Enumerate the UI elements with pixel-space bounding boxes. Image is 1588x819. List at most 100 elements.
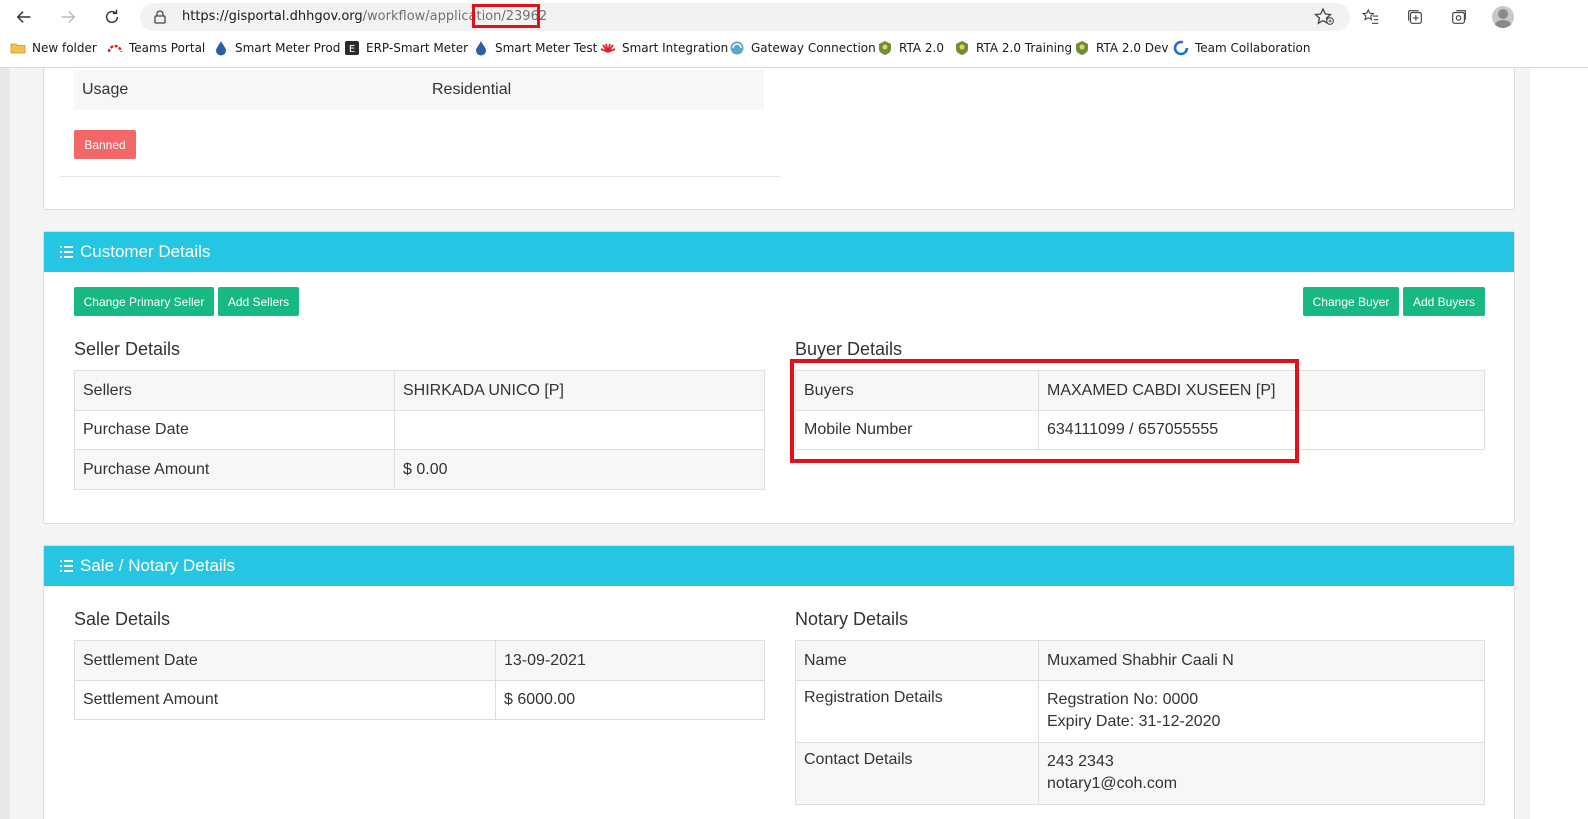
list-icon	[60, 560, 73, 572]
huawei-icon	[600, 40, 616, 56]
bookmark-item[interactable]: Gateway Connection	[729, 40, 876, 56]
list-icon	[60, 246, 73, 258]
table-row: Usage Residential	[74, 70, 764, 110]
usage-value: Residential	[424, 70, 764, 110]
bookmark-item[interactable]: RTA 2.0 Dev	[1074, 40, 1169, 56]
back-button[interactable]	[10, 4, 38, 30]
table-row: Purchase Amount $ 0.00	[74, 449, 765, 490]
seller-value-purchase-amount: $ 0.00	[394, 449, 765, 490]
notary-email: notary1@coh.com	[1047, 775, 1178, 792]
notary-details-title: Notary Details	[795, 609, 909, 629]
table-row: Sellers SHIRKADA UNICO [P]	[74, 370, 765, 411]
buyer-details-title: Buyer Details	[795, 339, 903, 359]
usage-table: Usage Residential	[74, 70, 764, 110]
seller-label-purchase-date: Purchase Date	[74, 410, 395, 450]
bookmarks-bar: New folder Teams Portal Smart Meter Prod…	[0, 38, 1588, 60]
sale-notary-title: Sale / Notary Details	[80, 556, 235, 575]
svg-text:E: E	[349, 44, 355, 55]
gateway-icon	[729, 40, 745, 56]
page-content: Usage Residential Banned Customer Detail…	[10, 68, 1530, 819]
sale-value-amount: $ 6000.00	[495, 680, 765, 720]
table-row: Settlement Date 13-09-2021	[74, 640, 765, 681]
folder-icon	[10, 40, 26, 56]
notary-value-contact: 243 2343 notary1@coh.com	[1038, 742, 1485, 805]
favorites-button[interactable]	[1360, 6, 1382, 28]
buyer-highlight-box	[790, 359, 1299, 463]
profile-avatar[interactable]	[1492, 6, 1514, 28]
seller-label-sellers: Sellers	[74, 370, 395, 411]
extensions-icon	[1452, 10, 1466, 24]
bookmark-item[interactable]: E ERP-Smart Meter	[344, 40, 468, 56]
notary-table: Name Muxamed Shabhir Caali N Registratio…	[795, 640, 1485, 805]
emblem-icon	[954, 40, 970, 56]
property-card: Usage Residential Banned	[43, 68, 1515, 210]
sale-table: Settlement Date 13-09-2021 Settlement Am…	[74, 640, 765, 720]
erp-icon: E	[344, 40, 360, 56]
add-favorite-icon[interactable]	[1314, 8, 1334, 26]
refresh-icon	[105, 9, 119, 24]
notary-value-name: Muxamed Shabhir Caali N	[1038, 640, 1485, 681]
bookmark-item[interactable]: Smart Meter Test	[473, 40, 597, 56]
seller-value-purchase-date	[394, 410, 765, 450]
change-primary-seller-button[interactable]: Change Primary Seller	[74, 287, 214, 316]
collections-button[interactable]	[1404, 6, 1426, 28]
favorites-list-icon	[1362, 8, 1379, 24]
sale-notary-header: Sale / Notary Details	[44, 546, 1514, 586]
notary-value-registration: Regstration No: 0000 Expiry Date: 31-12-…	[1038, 680, 1485, 743]
table-row: Contact Details 243 2343 notary1@coh.com	[795, 742, 1485, 805]
bookmark-item[interactable]: Teams Portal	[107, 40, 205, 56]
url-highlight-box	[472, 4, 540, 28]
bookmark-item[interactable]: Smart Integration	[600, 40, 728, 56]
customer-details-header: Customer Details	[44, 232, 1514, 272]
notary-registration-number: Regstration No: 0000	[1047, 691, 1199, 708]
refresh-button[interactable]	[98, 4, 126, 30]
emblem-icon	[1074, 40, 1090, 56]
divider	[60, 176, 780, 177]
lock-icon	[154, 10, 166, 24]
usage-label: Usage	[74, 70, 424, 110]
emblem-icon	[877, 40, 893, 56]
bookmark-item[interactable]: RTA 2.0 Training	[954, 40, 1072, 56]
forward-button[interactable]	[54, 4, 82, 30]
sale-label-amount: Settlement Amount	[74, 680, 496, 720]
seller-table: Sellers SHIRKADA UNICO [P] Purchase Date…	[74, 370, 765, 490]
add-buyers-button[interactable]: Add Buyers	[1403, 287, 1485, 316]
table-row: Purchase Date	[74, 410, 765, 450]
seller-details-title: Seller Details	[74, 339, 181, 359]
notary-label-registration: Registration Details	[795, 680, 1039, 743]
customer-details-title: Customer Details	[80, 242, 211, 261]
right-gutter	[1530, 68, 1588, 819]
notary-label-contact: Contact Details	[795, 742, 1039, 805]
sale-details-title: Sale Details	[74, 609, 171, 629]
back-arrow-icon	[16, 11, 31, 23]
seller-value-sellers: SHIRKADA UNICO [P]	[394, 370, 765, 411]
table-row: Registration Details Regstration No: 000…	[795, 680, 1485, 743]
sale-label-date: Settlement Date	[74, 640, 496, 681]
bookmark-item[interactable]: RTA 2.0	[877, 40, 944, 56]
left-gutter	[0, 68, 10, 819]
collab-icon	[1173, 40, 1189, 56]
sale-notary-card: Sale / Notary Details Sale Details Settl…	[43, 545, 1515, 819]
notary-label-name: Name	[795, 640, 1039, 681]
customer-details-card: Customer Details Change Primary Seller A…	[43, 231, 1515, 524]
extensions-button[interactable]	[1448, 6, 1470, 28]
collections-icon	[1408, 10, 1422, 24]
notary-phone: 243 2343	[1047, 753, 1114, 770]
seller-label-purchase-amount: Purchase Amount	[74, 449, 395, 490]
water-drop-icon	[213, 40, 229, 56]
forward-arrow-icon	[61, 11, 76, 23]
table-row: Name Muxamed Shabhir Caali N	[795, 640, 1485, 681]
browser-chrome: https://gisportal.dhhgov.org/workflow/ap…	[0, 0, 1588, 68]
banned-button[interactable]: Banned	[74, 130, 136, 159]
address-bar[interactable]: https://gisportal.dhhgov.org/workflow/ap…	[140, 3, 1350, 31]
notary-expiry-date: Expiry Date: 31-12-2020	[1047, 713, 1221, 730]
sale-value-date: 13-09-2021	[495, 640, 765, 681]
bookmark-item[interactable]: Team Collaboration	[1173, 40, 1311, 56]
bookmark-item[interactable]: New folder	[10, 40, 97, 56]
add-sellers-button[interactable]: Add Sellers	[218, 287, 299, 316]
table-row: Settlement Amount $ 6000.00	[74, 680, 765, 720]
teams-portal-icon	[107, 40, 123, 56]
change-buyer-button[interactable]: Change Buyer	[1303, 287, 1399, 316]
bookmark-item[interactable]: Smart Meter Prod	[213, 40, 340, 56]
water-drop-icon	[473, 40, 489, 56]
